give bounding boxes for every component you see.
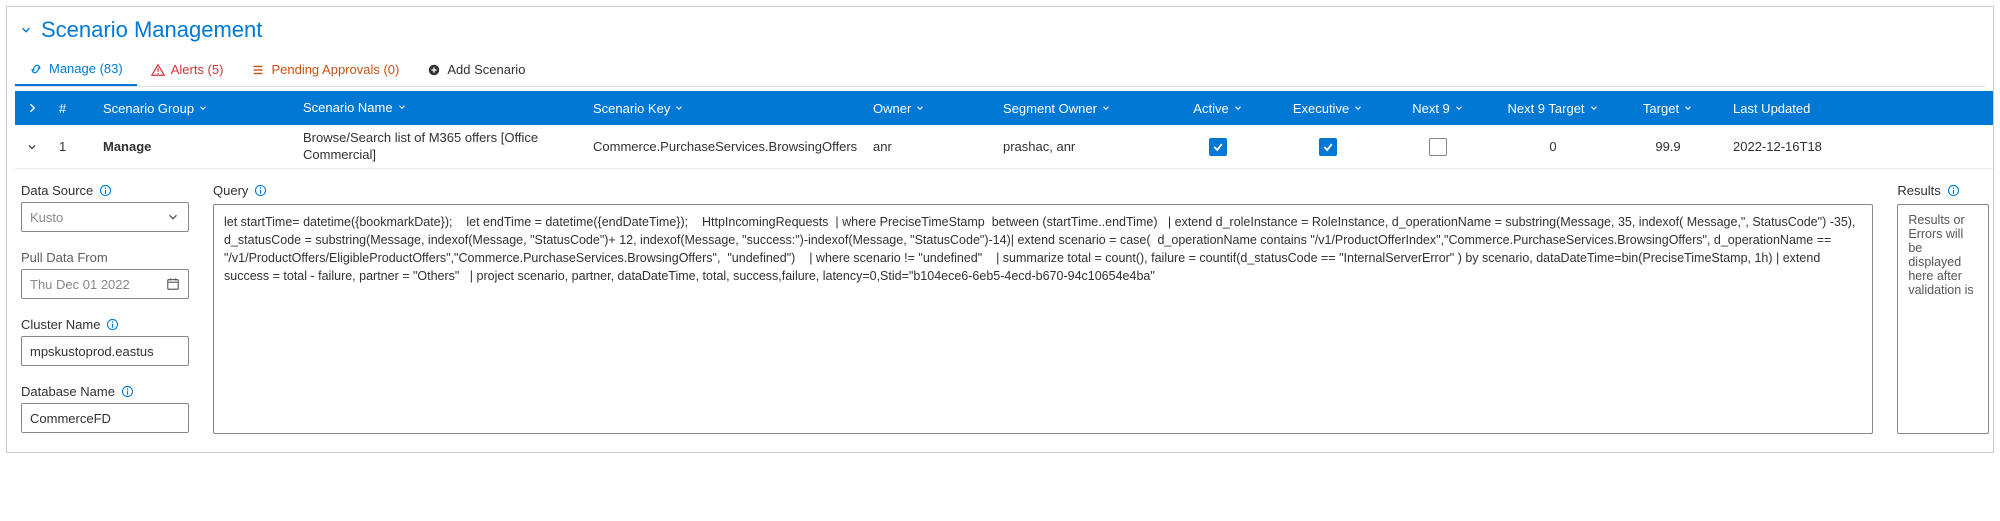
row-name: Browse/Search list of M365 offers [Offic… [303,130,573,163]
chevron-down-icon [1683,101,1693,116]
chevron-down-icon [198,101,208,116]
warning-icon [151,63,165,77]
row-expand-icon[interactable] [15,141,49,153]
pulldata-label: Pull Data From [21,250,189,265]
row-target: 99.9 [1655,139,1680,154]
tab-label: Manage (83) [49,61,123,76]
row-owner: anr [873,139,892,154]
section-header: Scenario Management [15,13,1985,53]
info-icon[interactable] [99,184,112,197]
row-key: Commerce.PurchaseServices.BrowsingOffers [593,139,857,154]
tab-label: Pending Approvals (0) [271,62,399,77]
results-output: Results or Errors will be displayed here… [1897,204,1989,434]
col-active[interactable]: Active [1193,101,1242,116]
tab-add-scenario[interactable]: Add Scenario [413,54,539,85]
col-owner[interactable]: Owner [873,101,925,116]
tab-label: Alerts (5) [171,62,224,77]
chevron-down-icon [166,210,180,224]
row-number: 1 [59,139,66,154]
col-scenario-group[interactable]: Scenario Group [103,101,208,116]
col-scenario-key[interactable]: Scenario Key [593,101,684,116]
row-group: Manage [103,139,151,154]
database-label: Database Name [21,384,189,399]
col-executive[interactable]: Executive [1293,101,1363,116]
chevron-down-icon [1589,101,1599,116]
col-next9-target[interactable]: Next 9 Target [1507,101,1598,116]
expand-all-icon[interactable] [15,102,49,114]
col-next9[interactable]: Next 9 [1412,101,1464,116]
chevron-down-icon [1454,101,1464,116]
tab-pending-approvals[interactable]: Pending Approvals (0) [237,54,413,85]
executive-checkbox[interactable] [1319,138,1337,156]
results-label: Results [1897,183,1989,198]
grid-header: # Scenario Group Scenario Name Scenario … [15,91,1994,125]
query-label: Query [213,183,1873,198]
tab-label: Add Scenario [447,62,525,77]
info-icon[interactable] [121,385,134,398]
add-icon [427,63,441,77]
datasource-select[interactable]: Kusto [21,202,189,232]
col-scenario-name[interactable]: Scenario Name [303,100,407,116]
cluster-input[interactable]: mpskustoprod.eastus [21,336,189,366]
cluster-label: Cluster Name [21,317,189,332]
chevron-down-icon [674,101,684,116]
next9-checkbox[interactable] [1429,138,1447,156]
chevron-down-icon [1101,101,1111,116]
list-icon [251,63,265,77]
calendar-icon [166,277,180,291]
pulldata-datepicker[interactable]: Thu Dec 01 2022 [21,269,189,299]
info-icon[interactable] [254,184,267,197]
row-segment: prashac, anr [1003,139,1075,154]
database-input[interactable]: CommerceFD [21,403,189,433]
active-checkbox[interactable] [1209,138,1227,156]
row-updated: 2022-12-16T18 [1733,139,1822,154]
chevron-down-icon [397,100,407,116]
collapse-icon[interactable] [19,23,33,37]
link-icon [29,62,43,76]
row-detail-panel: Data Source Kusto Pull Data From Thu Dec… [15,169,1994,440]
col-target[interactable]: Target [1643,101,1693,116]
page-title: Scenario Management [41,17,262,43]
col-number[interactable]: # [59,101,66,116]
chevron-down-icon [915,101,925,116]
col-last-updated[interactable]: Last Updated [1733,101,1810,116]
info-icon[interactable] [1947,184,1960,197]
chevron-down-icon [1233,101,1243,116]
query-textarea[interactable]: let startTime= datetime({bookmarkDate});… [213,204,1873,434]
chevron-down-icon [1353,101,1363,116]
col-segment-owner[interactable]: Segment Owner [1003,101,1111,116]
tab-manage[interactable]: Manage (83) [15,53,137,86]
datasource-label: Data Source [21,183,189,198]
table-row[interactable]: 1 Manage Browse/Search list of M365 offe… [15,125,1994,169]
tab-alerts[interactable]: Alerts (5) [137,54,238,85]
tab-bar: Manage (83) Alerts (5) Pending Approvals… [15,53,1985,87]
info-icon[interactable] [106,318,119,331]
row-next9-target: 0 [1549,139,1556,154]
